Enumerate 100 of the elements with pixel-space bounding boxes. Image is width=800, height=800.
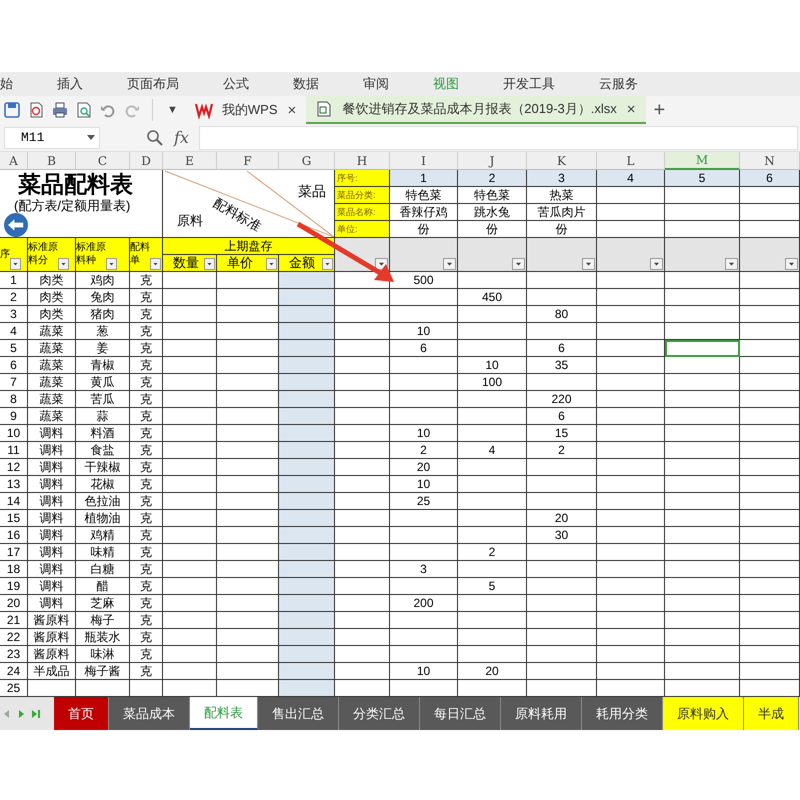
table-cell: 调料	[28, 595, 76, 612]
table-cell	[740, 306, 800, 323]
new-tab-button[interactable]: +	[654, 98, 666, 122]
table-cell	[597, 612, 665, 629]
table-cell	[458, 459, 527, 476]
table-cell	[279, 289, 335, 306]
menu-item[interactable]: 开发工具	[503, 75, 555, 93]
sheet-tab[interactable]: 每日汇总	[420, 697, 501, 730]
table-cell	[163, 391, 217, 408]
table-cell: 蔬菜	[28, 323, 76, 340]
menu-item[interactable]: 审阅	[363, 75, 389, 93]
dropdown-button[interactable]	[322, 258, 333, 270]
table-cell: 猪肉	[76, 306, 130, 323]
table-cell: 克	[130, 306, 163, 323]
menu-item[interactable]: 云服务	[599, 75, 638, 93]
table-cell	[740, 187, 800, 204]
table-cell	[335, 306, 390, 323]
table-cell	[458, 629, 527, 646]
row-label: 单位:	[335, 221, 390, 238]
sheet-tab[interactable]: 耗用分类	[582, 697, 663, 730]
table-cell: 姜	[76, 340, 130, 357]
document-tab[interactable]: 餐饮进销存及菜品成本月报表（2019-3月）.xlsx ×	[306, 96, 646, 124]
dropdown-button[interactable]	[58, 258, 69, 270]
document-tab[interactable]: 我的WPS ×	[186, 96, 306, 124]
table-cell: 调料	[28, 476, 76, 493]
tab-title: 餐饮进销存及菜品成本月报表（2019-3月）.xlsx	[342, 100, 617, 118]
search-icon[interactable]	[146, 128, 164, 146]
sheet-tab[interactable]: 首页	[54, 697, 109, 730]
table-cell	[279, 510, 335, 527]
table-cell	[163, 612, 217, 629]
back-button[interactable]	[4, 213, 28, 237]
sheet-tab[interactable]: 原料购入	[663, 697, 744, 730]
sheet-tab[interactable]: 原料耗用	[501, 697, 582, 730]
table-cell: 克	[130, 357, 163, 374]
dropdown-button[interactable]	[512, 258, 525, 270]
table-cell	[390, 544, 458, 561]
menu-item[interactable]: 数据	[293, 75, 319, 93]
printer-icon[interactable]	[51, 101, 69, 119]
sheet-tab[interactable]: 售出汇总	[258, 697, 339, 730]
dropdown-button[interactable]: ▼	[167, 104, 178, 116]
dropdown-button[interactable]	[150, 258, 161, 270]
table-cell	[597, 459, 665, 476]
header-label: 原料	[177, 212, 203, 230]
table-cell: 21	[0, 612, 28, 629]
dropdown-button[interactable]	[10, 258, 21, 270]
table-cell: 15	[527, 425, 597, 442]
menu-item[interactable]: 页面布局	[127, 75, 179, 93]
menu-item[interactable]: 始	[0, 75, 13, 93]
table-cell	[279, 629, 335, 646]
table-cell	[163, 306, 217, 323]
table-cell	[390, 510, 458, 527]
save-icon[interactable]	[3, 101, 21, 119]
dropdown-button[interactable]	[785, 258, 798, 270]
table-cell	[597, 306, 665, 323]
menu-item[interactable]: 插入	[57, 75, 83, 93]
header-label: 菜品	[298, 183, 326, 201]
table-cell	[335, 612, 390, 629]
sheet-tab[interactable]: 分类汇总	[339, 697, 420, 730]
table-cell	[279, 595, 335, 612]
table-cell: 味精	[76, 544, 130, 561]
name-box[interactable]: M11	[4, 126, 100, 148]
caret-icon[interactable]	[87, 134, 95, 140]
header-cell: 上期盘存	[163, 238, 335, 255]
table-cell: 15	[0, 510, 28, 527]
dropdown-button[interactable]	[650, 258, 663, 270]
table-cell: 热菜	[527, 187, 597, 204]
function-button[interactable]: fx	[174, 128, 189, 147]
table-cell	[740, 595, 800, 612]
dropdown-button[interactable]	[582, 258, 595, 270]
menu-item[interactable]: 公式	[223, 75, 249, 93]
dropdown-button[interactable]	[204, 258, 215, 270]
table-cell: 克	[130, 510, 163, 527]
table-cell	[458, 408, 527, 425]
dropdown-button[interactable]	[266, 258, 277, 270]
dropdown-button[interactable]	[443, 258, 456, 270]
table-cell: 18	[0, 561, 28, 578]
table-cell: 22	[0, 629, 28, 646]
close-button[interactable]: ×	[284, 102, 300, 118]
table-cell	[279, 646, 335, 663]
table-cell: 2	[527, 442, 597, 459]
table-cell: 25	[390, 493, 458, 510]
sheet-tab[interactable]: 菜品成本	[109, 697, 190, 730]
table-cell	[458, 493, 527, 510]
table-cell	[163, 459, 217, 476]
table-cell: 克	[130, 289, 163, 306]
sheet-tab[interactable]: 配料表	[190, 697, 258, 730]
dropdown-button[interactable]	[106, 258, 117, 270]
table-cell: 蔬菜	[28, 357, 76, 374]
table-cell	[163, 340, 217, 357]
table-cell	[335, 374, 390, 391]
table-cell: 5	[665, 170, 740, 187]
dropdown-button[interactable]	[725, 258, 738, 270]
table-cell	[527, 459, 597, 476]
preview-icon[interactable]	[75, 101, 93, 119]
sheet-tab[interactable]: 半成	[744, 697, 799, 730]
table-cell	[740, 476, 800, 493]
formula-input[interactable]	[198, 126, 798, 150]
close-button[interactable]: ×	[622, 100, 640, 118]
column-header: M	[665, 152, 740, 170]
column-header: F	[217, 152, 279, 170]
